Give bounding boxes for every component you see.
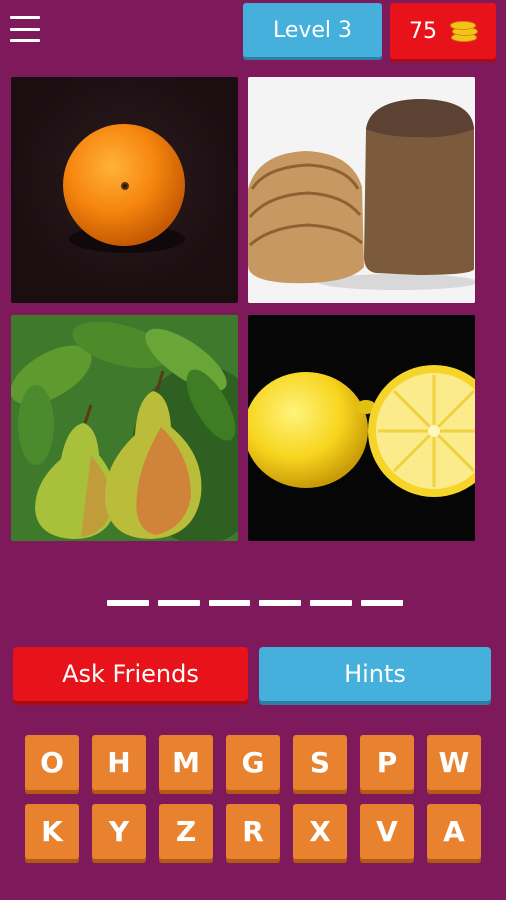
- letter-key[interactable]: H: [92, 735, 146, 790]
- picture-pears: [11, 315, 238, 541]
- answer-slots: [107, 600, 403, 608]
- letter-key[interactable]: P: [360, 735, 414, 790]
- letter-key[interactable]: V: [360, 804, 414, 859]
- letter-key[interactable]: O: [25, 735, 79, 790]
- menu-icon[interactable]: [10, 16, 40, 42]
- letter-key[interactable]: M: [159, 735, 213, 790]
- picture-bread: [248, 77, 475, 303]
- coins-icon: [450, 20, 478, 42]
- ask-friends-button[interactable]: Ask Friends: [13, 647, 248, 701]
- answer-slot[interactable]: [361, 600, 403, 606]
- answer-slot[interactable]: [310, 600, 353, 606]
- letter-key[interactable]: A: [427, 804, 481, 859]
- letter-key[interactable]: Y: [92, 804, 146, 859]
- level-label: Level 3: [272, 17, 353, 43]
- hints-button[interactable]: Hints: [259, 647, 491, 701]
- level-indicator: Level 3: [243, 3, 382, 57]
- letter-key[interactable]: Z: [159, 804, 213, 859]
- answer-slot[interactable]: [157, 600, 200, 606]
- coin-count: 75: [409, 18, 437, 44]
- coins-button[interactable]: 75: [390, 3, 496, 59]
- picture-lemon: [248, 315, 475, 541]
- answer-slot[interactable]: [208, 600, 251, 606]
- letter-key[interactable]: S: [293, 735, 347, 790]
- answer-slot[interactable]: [107, 600, 149, 606]
- letter-key[interactable]: G: [226, 735, 280, 790]
- picture-orange: [11, 77, 238, 303]
- letter-key[interactable]: W: [427, 735, 481, 790]
- letter-keyboard: O H M G S P W K Y Z R X V A: [25, 735, 485, 859]
- answer-slot[interactable]: [259, 600, 302, 606]
- letter-key[interactable]: X: [293, 804, 347, 859]
- letter-key[interactable]: K: [25, 804, 79, 859]
- letter-key[interactable]: R: [226, 804, 280, 859]
